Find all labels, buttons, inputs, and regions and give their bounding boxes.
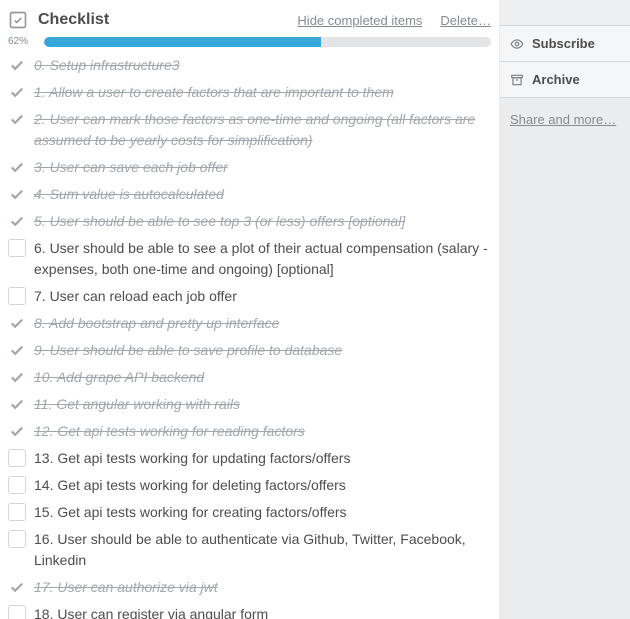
checkbox-unchecked[interactable] xyxy=(8,476,26,494)
checkbox-checked-icon[interactable] xyxy=(8,422,26,440)
checklist-item: 9. User should be able to save profile t… xyxy=(8,336,491,363)
progress-fill xyxy=(44,37,321,47)
sidebar: Subscribe Archive Share and more… xyxy=(500,0,630,619)
checklist-item-text[interactable]: 11. Get angular working with rails xyxy=(34,392,491,415)
checkbox-unchecked[interactable] xyxy=(8,530,26,548)
progress-bar xyxy=(44,37,491,47)
checkbox-checked-icon[interactable] xyxy=(8,578,26,596)
checklist-item-text[interactable]: 1. Allow a user to create factors that a… xyxy=(34,80,491,103)
checklist-item-text[interactable]: 17. User can authorize via jwt xyxy=(34,575,491,598)
checklist-item-text[interactable]: 0. Setup infrastructure3 xyxy=(34,53,491,76)
checklist-item-text[interactable]: 14. Get api tests working for deleting f… xyxy=(34,473,491,496)
checklist-item-text[interactable]: 2. User can mark those factors as one-ti… xyxy=(34,107,491,151)
checkbox-unchecked[interactable] xyxy=(8,239,26,257)
checklist-item: 1. Allow a user to create factors that a… xyxy=(8,78,491,105)
checklist-item-text[interactable]: 3. User can save each job offer xyxy=(34,155,491,178)
checklist-item: 5. User should be able to see top 3 (or … xyxy=(8,207,491,234)
checklist-item-text[interactable]: 5. User should be able to see top 3 (or … xyxy=(34,209,491,232)
checkbox-checked-icon[interactable] xyxy=(8,395,26,413)
checklist-item: 12. Get api tests working for reading fa… xyxy=(8,417,491,444)
checklist-item-text[interactable]: 4. Sum value is autocalculated xyxy=(34,182,491,205)
hide-completed-link[interactable]: Hide completed items xyxy=(297,13,422,28)
checklist-item: 14. Get api tests working for deleting f… xyxy=(8,471,491,498)
checklist-item: 15. Get api tests working for creating f… xyxy=(8,498,491,525)
checklist-items: 0. Setup infrastructure3 1. Allow a user … xyxy=(8,51,491,619)
checklist-item-text[interactable]: 8. Add bootstrap and pretty up interface xyxy=(34,311,491,334)
checkbox-checked-icon[interactable] xyxy=(8,185,26,203)
checklist-item-text[interactable]: 9. User should be able to save profile t… xyxy=(34,338,491,361)
progress-row: 62% xyxy=(8,36,491,47)
checklist-item-text[interactable]: 16. User should be able to authenticate … xyxy=(34,527,491,571)
checklist-item-text[interactable]: 10. Add grape API backend xyxy=(34,365,491,388)
checklist-item-text[interactable]: 6. User should be able to see a plot of … xyxy=(34,236,491,280)
sidebar-spacer xyxy=(500,0,630,26)
checklist-item-text[interactable]: 12. Get api tests working for reading fa… xyxy=(34,419,491,442)
eye-icon xyxy=(510,37,524,51)
checklist-item: 18. User can register via angular form xyxy=(8,600,491,619)
delete-checklist-link[interactable]: Delete… xyxy=(440,13,491,28)
checklist-item: 6. User should be able to see a plot of … xyxy=(8,234,491,282)
checklist-item: 13. Get api tests working for updating f… xyxy=(8,444,491,471)
checklist-item: 0. Setup infrastructure3 xyxy=(8,51,491,78)
checklist-icon xyxy=(8,10,28,30)
checkbox-unchecked[interactable] xyxy=(8,287,26,305)
checkbox-checked-icon[interactable] xyxy=(8,110,26,128)
checkbox-checked-icon[interactable] xyxy=(8,341,26,359)
checklist-item: 4. Sum value is autocalculated xyxy=(8,180,491,207)
archive-label: Archive xyxy=(532,72,580,87)
checklist-item-text[interactable]: 18. User can register via angular form xyxy=(34,602,491,619)
archive-icon xyxy=(510,73,524,87)
checklist-header: Checklist Hide completed items Delete… xyxy=(8,6,491,36)
checkbox-checked-icon[interactable] xyxy=(8,83,26,101)
checklist-item-text[interactable]: 15. Get api tests working for creating f… xyxy=(34,500,491,523)
checklist-item: 16. User should be able to authenticate … xyxy=(8,525,491,573)
archive-button[interactable]: Archive xyxy=(500,62,630,98)
checkbox-checked-icon[interactable] xyxy=(8,158,26,176)
checklist-title: Checklist xyxy=(38,11,109,29)
subscribe-label: Subscribe xyxy=(532,36,595,51)
checkbox-unchecked[interactable] xyxy=(8,605,26,619)
checklist-item-text[interactable]: 13. Get api tests working for updating f… xyxy=(34,446,491,469)
checklist-item: 7. User can reload each job offer xyxy=(8,282,491,309)
checklist-item-text[interactable]: 7. User can reload each job offer xyxy=(34,284,491,307)
checklist-item: 3. User can save each job offer xyxy=(8,153,491,180)
checkbox-unchecked[interactable] xyxy=(8,503,26,521)
checklist-item: 10. Add grape API backend xyxy=(8,363,491,390)
checkbox-checked-icon[interactable] xyxy=(8,56,26,74)
checkbox-checked-icon[interactable] xyxy=(8,212,26,230)
checkbox-checked-icon[interactable] xyxy=(8,368,26,386)
checklist-item: 2. User can mark those factors as one-ti… xyxy=(8,105,491,153)
checklist-item: 17. User can authorize via jwt xyxy=(8,573,491,600)
checklist-panel: Checklist Hide completed items Delete… 6… xyxy=(0,0,500,619)
share-more-link[interactable]: Share and more… xyxy=(500,98,630,135)
checkbox-unchecked[interactable] xyxy=(8,449,26,467)
checklist-item: 8. Add bootstrap and pretty up interface xyxy=(8,309,491,336)
subscribe-button[interactable]: Subscribe xyxy=(500,26,630,62)
checklist-item: 11. Get angular working with rails xyxy=(8,390,491,417)
checkbox-checked-icon[interactable] xyxy=(8,314,26,332)
progress-percent: 62% xyxy=(8,36,36,47)
